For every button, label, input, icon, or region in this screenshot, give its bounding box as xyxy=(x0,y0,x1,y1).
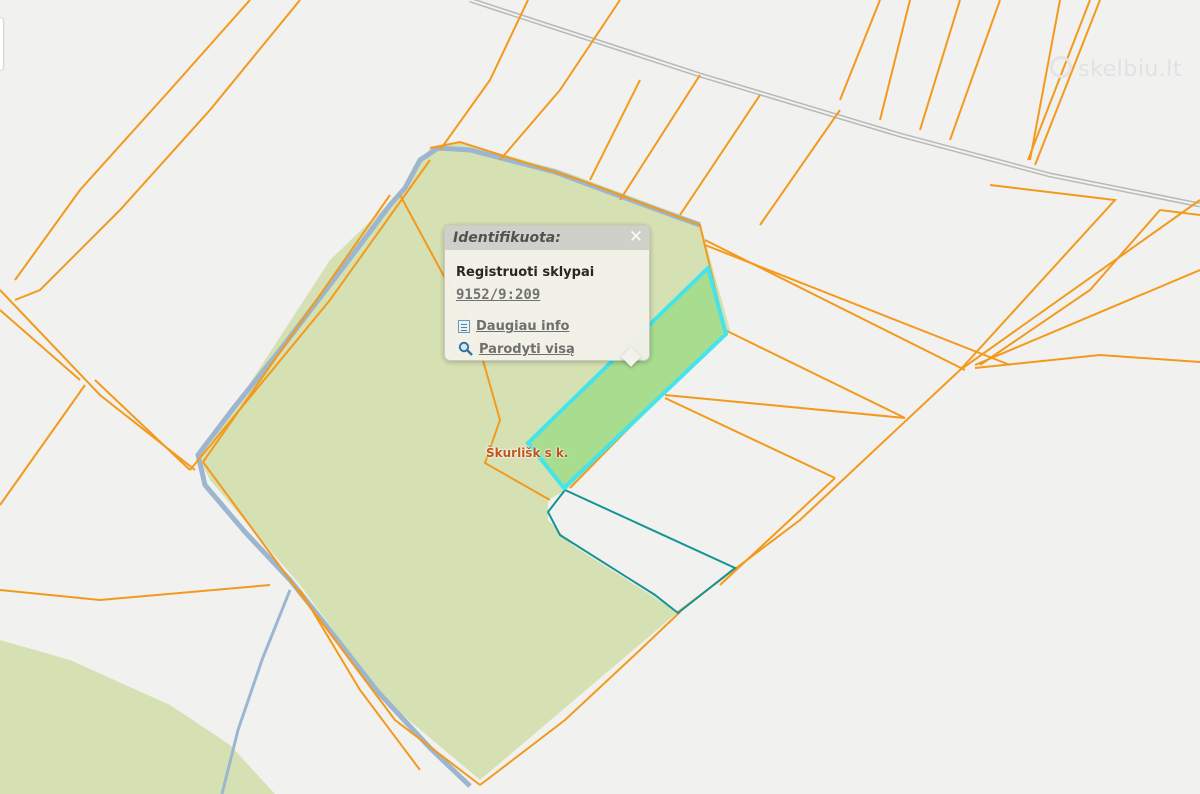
show-all-label: Parodyti visą xyxy=(479,342,575,357)
magnifier-icon xyxy=(458,341,473,356)
watermark-logo: skelbiu.lt xyxy=(1050,56,1182,82)
more-info-link[interactable]: Daugiau info xyxy=(458,319,569,334)
watermark-icon xyxy=(1050,56,1073,78)
show-all-link[interactable]: Parodyti visą xyxy=(458,341,575,357)
more-info-label: Daugiau info xyxy=(476,319,570,334)
popup-title: Identifikuota: xyxy=(453,230,561,246)
forest-area-southwest xyxy=(0,640,275,794)
railway-line xyxy=(469,0,1200,206)
map-edge-handle[interactable] xyxy=(0,18,3,70)
parcel-number-link[interactable]: 9152/9:209 xyxy=(456,287,540,303)
railway-line xyxy=(469,0,1200,208)
popup-header: Identifikuota: ✕ xyxy=(445,226,649,250)
cadastral-map[interactable]: skelbiu.lt Škurlišk s k. Identifikuota: … xyxy=(0,0,1200,794)
watermark-text: skelbiu.lt xyxy=(1078,57,1182,82)
village-label: Škurlišk s k. xyxy=(486,446,569,460)
map-canvas[interactable] xyxy=(0,0,1200,794)
identify-popup[interactable]: Identifikuota: ✕ Registruoti sklypai 915… xyxy=(444,225,650,361)
layer-name: Registruoti sklypai xyxy=(456,265,595,280)
close-icon[interactable]: ✕ xyxy=(627,227,645,247)
document-icon xyxy=(458,320,470,333)
